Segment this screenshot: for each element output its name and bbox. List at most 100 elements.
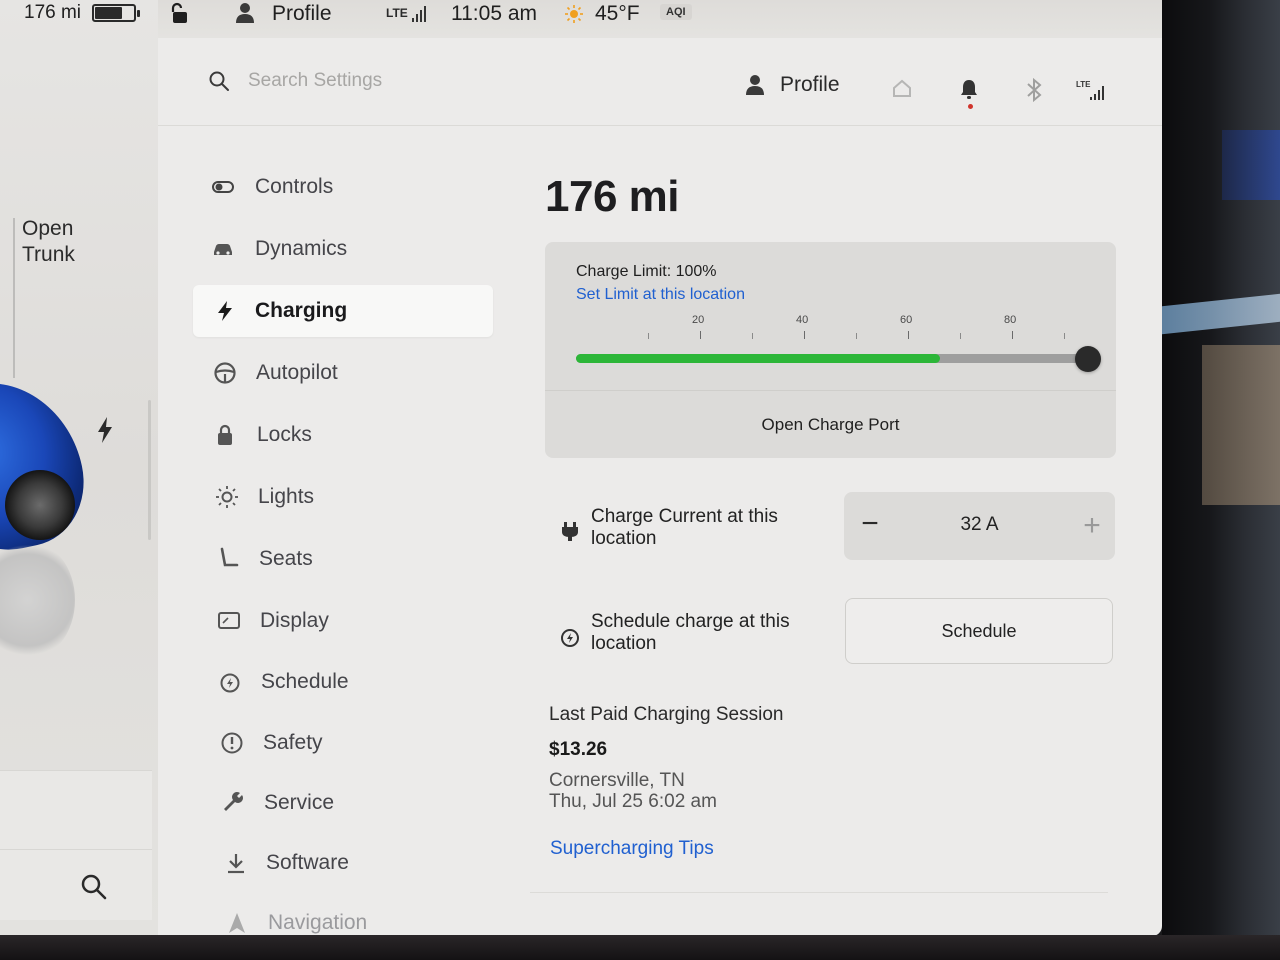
steering-wheel-icon — [213, 361, 237, 385]
light-icon — [215, 485, 239, 509]
signal-strength-icon — [412, 6, 426, 22]
search-settings-input[interactable] — [248, 66, 548, 96]
sidebar-item-schedule[interactable]: Schedule — [193, 656, 493, 708]
seat-icon — [217, 547, 241, 571]
alert-circle-icon — [220, 731, 244, 755]
charge-limit-card: Charge Limit: 100% Set Limit at this loc… — [545, 242, 1116, 458]
sidebar-item-label: Charging — [255, 299, 348, 322]
header-lte-label: LTE — [1076, 80, 1091, 89]
sidebar-item-service[interactable]: Service — [193, 777, 493, 829]
open-charge-port-button[interactable]: Open Charge Port — [545, 391, 1116, 458]
open-trunk-button[interactable]: Open Trunk — [22, 216, 75, 268]
last-session-time: Thu, Jul 25 6:02 am — [549, 791, 717, 812]
slider-tick-label: 40 — [796, 314, 809, 326]
set-limit-link[interactable]: Set Limit at this location — [576, 286, 745, 304]
slider-tick-label: 80 — [1004, 314, 1017, 326]
navigation-icon — [225, 911, 249, 935]
slider-tick — [1012, 331, 1013, 339]
slider-tick — [1064, 333, 1065, 339]
last-session-title: Last Paid Charging Session — [549, 704, 784, 725]
slider-tick-label: 20 — [692, 314, 705, 326]
sidebar-item-label: Autopilot — [256, 361, 338, 384]
touchscreen: 176 mi Open Trunk Profile LTE 11:05 am 4… — [0, 0, 1162, 936]
sidebar-item-charging[interactable]: Charging — [193, 285, 493, 337]
sidebar-item-safety[interactable]: Safety — [193, 717, 493, 769]
sidebar-item-label: Dynamics — [255, 237, 348, 260]
clock: 11:05 am — [451, 2, 537, 25]
charging-plug-icon — [562, 522, 578, 541]
sidebar-item-autopilot[interactable]: Autopilot — [193, 347, 493, 399]
charge-limit-slider-thumb[interactable] — [1075, 346, 1101, 372]
slider-tick — [856, 333, 857, 339]
notification-dot — [968, 104, 973, 109]
slider-tick-label: 60 — [900, 314, 913, 326]
last-session-location: Cornersville, TN — [549, 770, 685, 791]
supercharging-tips-link[interactable]: Supercharging Tips — [550, 838, 714, 860]
bolt-icon — [213, 299, 237, 323]
sidebar-item-label: Schedule — [261, 670, 349, 693]
sidebar-item-label: Locks — [257, 423, 312, 446]
increase-current-button[interactable]: + — [1072, 506, 1112, 546]
sidebar-item-dynamics[interactable]: Dynamics — [193, 223, 493, 275]
car-panel-handle[interactable] — [148, 400, 151, 540]
screen-bezel-bottom — [0, 935, 1280, 960]
sidebar-item-navigation[interactable]: Navigation — [193, 897, 493, 936]
sidebar-item-locks[interactable]: Locks — [193, 409, 493, 461]
schedule-charge-label: Schedule charge at this location — [591, 611, 790, 654]
sidebar-item-label: Controls — [255, 175, 334, 198]
unlock-icon[interactable] — [170, 2, 192, 24]
charge-limit-label: Charge Limit: 100% — [576, 263, 717, 280]
slider-tick — [752, 333, 753, 339]
open-trunk-label-1: Open — [22, 217, 74, 240]
display-icon — [217, 609, 241, 633]
sidebar-item-label: Service — [264, 791, 335, 814]
charge-limit-slider[interactable] — [576, 354, 1088, 363]
settings-header: Profile LTE — [158, 38, 1162, 126]
slider-tick — [648, 333, 649, 339]
divider — [530, 892, 1108, 893]
sidebar-item-software[interactable]: Software — [193, 837, 493, 889]
sidebar-item-controls[interactable]: Controls — [193, 161, 493, 213]
screen-bezel — [1162, 0, 1280, 960]
car-panel: 176 mi Open Trunk — [0, 0, 158, 936]
battery-icon — [92, 4, 140, 22]
lte-label: LTE — [386, 6, 408, 20]
schedule-button[interactable]: Schedule — [845, 598, 1113, 664]
profile-icon[interactable] — [234, 2, 256, 24]
sun-icon — [565, 5, 583, 23]
car-reflection — [0, 540, 75, 660]
bluetooth-icon[interactable] — [1024, 78, 1044, 102]
sidebar-item-label: Display — [260, 609, 329, 632]
sidebar-item-label: Safety — [263, 731, 323, 754]
sidebar-item-label: Software — [266, 851, 349, 874]
profile-icon[interactable] — [744, 74, 766, 96]
aqi-badge: AQI — [660, 4, 692, 20]
alarm-clock-icon — [561, 629, 579, 647]
charge-current-stepper: − 32 A + — [844, 492, 1115, 560]
sidebar-item-display[interactable]: Display — [193, 595, 493, 647]
slider-tick — [700, 331, 701, 339]
sidebar-item-label: Navigation — [268, 911, 368, 934]
header-signal-icon — [1090, 86, 1104, 100]
toggle-icon — [211, 175, 235, 199]
status-profile-label[interactable]: Profile — [272, 2, 332, 26]
sidebar-item-label: Lights — [258, 485, 315, 508]
sidebar-item-seats[interactable]: Seats — [193, 533, 493, 585]
charge-current-label: Charge Current at this location — [591, 506, 778, 549]
homelink-icon[interactable] — [892, 78, 912, 98]
sidebar-item-lights[interactable]: Lights — [193, 471, 493, 523]
current-charge-fill — [576, 354, 940, 363]
notification-bell-icon[interactable] — [958, 78, 980, 100]
slider-tick — [804, 331, 805, 339]
car-icon — [211, 237, 235, 261]
search-icon[interactable] — [80, 873, 108, 901]
sidebar-item-label: Seats — [259, 547, 313, 570]
battery-range: 176 mi — [24, 2, 82, 23]
charging-bolt-icon — [98, 417, 112, 443]
status-bar: Profile LTE 11:05 am 45°F AQI — [158, 0, 1162, 38]
car-wheel-image — [5, 470, 75, 540]
left-panel-bottom — [0, 770, 152, 920]
search-icon[interactable] — [208, 70, 230, 92]
estimated-range: 176 mi — [545, 172, 679, 221]
header-profile-label[interactable]: Profile — [780, 73, 840, 97]
